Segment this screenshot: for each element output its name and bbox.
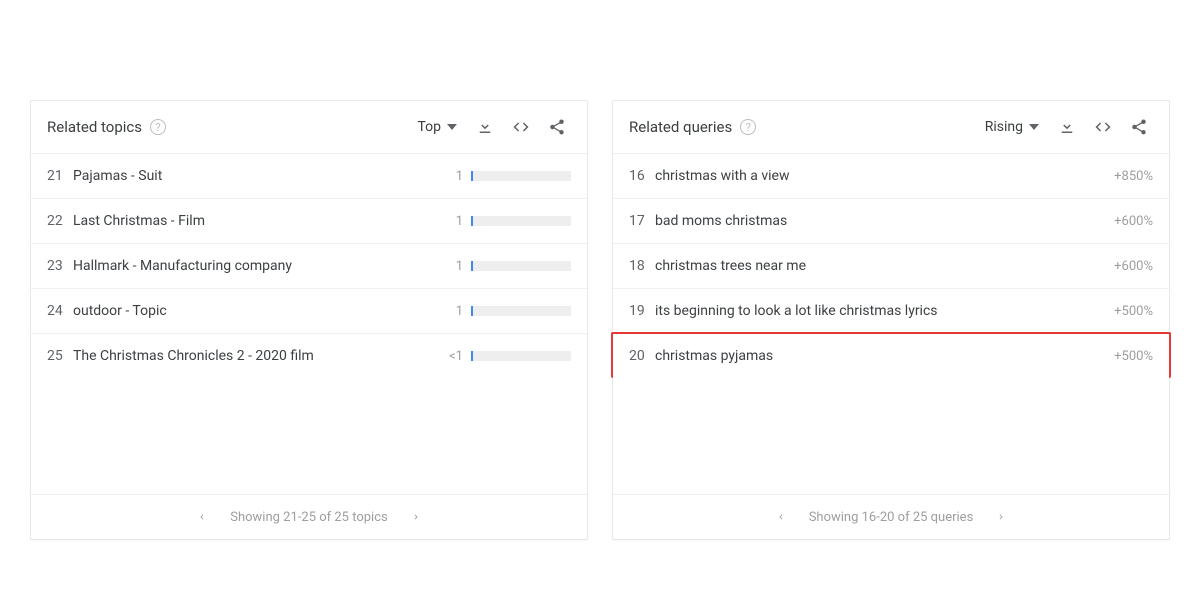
topic-value: 1	[456, 304, 463, 319]
related-queries-card: Related queries ? Rising 16 christmas wi…	[612, 100, 1170, 540]
page: Related topics ? Top 21 Pajamas - Suit 1	[0, 0, 1200, 600]
query-pct: +850%	[1114, 169, 1153, 184]
rank: 17	[629, 213, 655, 229]
topic-label: Hallmark - Manufacturing company	[73, 258, 456, 274]
rank: 19	[629, 303, 655, 319]
sort-dropdown[interactable]: Top	[411, 115, 463, 139]
query-label: christmas with a view	[655, 168, 1114, 184]
topics-rows: 21 Pajamas - Suit 1 22 Last Christmas - …	[31, 154, 587, 494]
topic-label: Pajamas - Suit	[73, 168, 456, 184]
pager-text: Showing 21-25 of 25 topics	[230, 510, 387, 525]
bar	[471, 216, 571, 226]
prev-page-button[interactable]	[192, 507, 212, 527]
topic-value: 1	[456, 259, 463, 274]
share-icon[interactable]	[1125, 113, 1153, 141]
card-title: Related topics	[47, 118, 142, 136]
bar	[471, 351, 571, 361]
queries-rows: 16 christmas with a view +850% 17 bad mo…	[613, 154, 1169, 494]
rank: 22	[47, 213, 73, 229]
pager-text: Showing 16-20 of 25 queries	[809, 510, 974, 525]
help-icon[interactable]: ?	[740, 119, 756, 135]
next-page-button[interactable]	[991, 507, 1011, 527]
query-pct: +600%	[1114, 259, 1153, 274]
chevron-down-icon	[447, 124, 457, 130]
query-pct: +500%	[1114, 304, 1153, 319]
query-label: its beginning to look a lot like christm…	[655, 303, 1114, 319]
list-item[interactable]: 21 Pajamas - Suit 1	[31, 154, 587, 199]
embed-icon[interactable]	[1089, 113, 1117, 141]
chevron-down-icon	[1029, 124, 1039, 130]
card-header: Related topics ? Top	[31, 101, 587, 154]
query-label: bad moms christmas	[655, 213, 1114, 229]
list-item-highlighted[interactable]: 20 christmas pyjamas +500%	[611, 332, 1171, 378]
rank: 23	[47, 258, 73, 274]
list-item[interactable]: 18 christmas trees near me +600%	[613, 244, 1169, 289]
topic-value: 1	[456, 214, 463, 229]
card-title: Related queries	[629, 118, 732, 136]
sort-label: Rising	[985, 119, 1023, 135]
next-page-button[interactable]	[406, 507, 426, 527]
pager: Showing 16-20 of 25 queries	[613, 494, 1169, 539]
sort-label: Top	[417, 119, 441, 135]
list-item[interactable]: 22 Last Christmas - Film 1	[31, 199, 587, 244]
list-item[interactable]: 25 The Christmas Chronicles 2 - 2020 fil…	[31, 334, 587, 378]
query-label: christmas pyjamas	[655, 348, 1114, 364]
topic-label: The Christmas Chronicles 2 - 2020 film	[73, 348, 449, 364]
topic-label: outdoor - Topic	[73, 303, 456, 319]
card-header: Related queries ? Rising	[613, 101, 1169, 154]
pager: Showing 21-25 of 25 topics	[31, 494, 587, 539]
prev-page-button[interactable]	[771, 507, 791, 527]
share-icon[interactable]	[543, 113, 571, 141]
bar	[471, 171, 571, 181]
list-item[interactable]: 17 bad moms christmas +600%	[613, 199, 1169, 244]
rank: 24	[47, 303, 73, 319]
query-pct: +600%	[1114, 214, 1153, 229]
rank: 20	[629, 348, 655, 364]
help-icon[interactable]: ?	[150, 119, 166, 135]
rank: 18	[629, 258, 655, 274]
related-topics-card: Related topics ? Top 21 Pajamas - Suit 1	[30, 100, 588, 540]
rank: 16	[629, 168, 655, 184]
bar	[471, 306, 571, 316]
list-item[interactable]: 19 its beginning to look a lot like chri…	[613, 289, 1169, 334]
download-icon[interactable]	[1053, 113, 1081, 141]
query-pct: +500%	[1114, 349, 1153, 364]
topic-value: <1	[449, 349, 463, 364]
topic-label: Last Christmas - Film	[73, 213, 456, 229]
rank: 21	[47, 168, 73, 184]
rank: 25	[47, 348, 73, 364]
list-item[interactable]: 16 christmas with a view +850%	[613, 154, 1169, 199]
sort-dropdown[interactable]: Rising	[979, 115, 1045, 139]
embed-icon[interactable]	[507, 113, 535, 141]
list-item[interactable]: 23 Hallmark - Manufacturing company 1	[31, 244, 587, 289]
bar	[471, 261, 571, 271]
query-label: christmas trees near me	[655, 258, 1114, 274]
topic-value: 1	[456, 169, 463, 184]
list-item[interactable]: 24 outdoor - Topic 1	[31, 289, 587, 334]
download-icon[interactable]	[471, 113, 499, 141]
